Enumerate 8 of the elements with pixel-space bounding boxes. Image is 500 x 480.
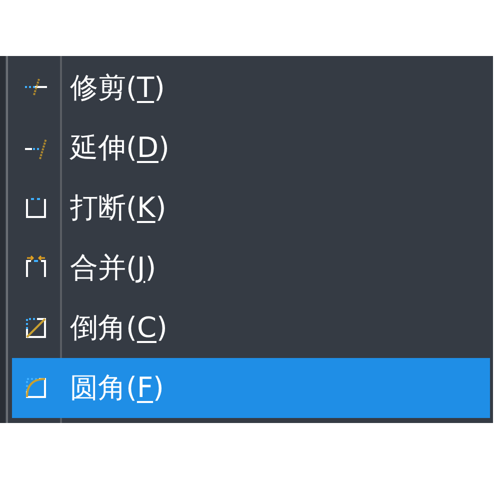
menu-item[interactable]: 修剪(T) <box>12 58 490 118</box>
fillet-icon <box>23 375 49 401</box>
break-icon <box>23 195 49 221</box>
menu-item[interactable]: 倒角(C) <box>12 298 490 358</box>
menu-item[interactable]: 延伸(D) <box>12 118 490 178</box>
chamfer-icon <box>23 315 49 341</box>
menu-item[interactable]: 打断(K) <box>12 178 490 238</box>
menu-item[interactable]: 合并(J) <box>12 238 490 298</box>
